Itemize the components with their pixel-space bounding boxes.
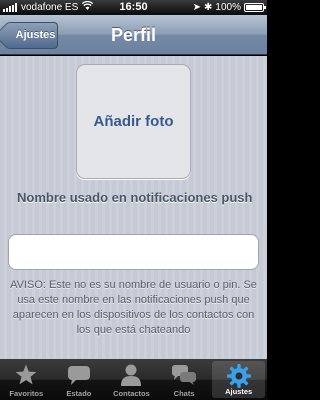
tab-bar: Favoritos Estado Contactos Chats Ajustes <box>0 359 267 400</box>
gear-icon <box>212 363 265 388</box>
tab-chats[interactable]: Chats <box>158 359 211 400</box>
tab-ajustes[interactable]: Ajustes <box>212 361 265 398</box>
tab-label: Estado <box>66 389 92 398</box>
navigation-bar: Ajustes Perfil <box>0 15 267 55</box>
tab-label: Ajustes <box>225 387 253 396</box>
profile-content: Añadir foto Nombre usado en notificacion… <box>0 56 267 359</box>
location-arrow-icon: ➤ <box>192 2 202 13</box>
push-name-notice: AVISO: Este no es su nombre de usuario o… <box>10 279 257 336</box>
page-title: Perfil <box>110 25 157 45</box>
star-icon <box>0 363 53 387</box>
tab-estado[interactable]: Estado <box>53 359 106 400</box>
battery-percentage: 100% <box>215 2 241 13</box>
tab-label: Contactos <box>113 389 150 398</box>
chat-bubbles-icon <box>158 363 211 387</box>
push-name-input[interactable] <box>8 234 259 270</box>
status-bar: vodafone ES 16:50 ➤ ✱ 100% <box>0 0 267 15</box>
tab-contactos[interactable]: Contactos <box>105 359 158 400</box>
add-photo-button[interactable]: Añadir foto <box>76 64 191 179</box>
push-name-label: Nombre usado en notificaciones push <box>17 190 253 205</box>
tab-favoritos[interactable]: Favoritos <box>0 359 53 400</box>
battery-icon <box>244 3 266 12</box>
speech-bubble-icon <box>53 363 106 387</box>
bluetooth-icon: ✱ <box>204 2 213 13</box>
tab-label: Chats <box>173 389 195 398</box>
tab-label: Favoritos <box>9 389 44 398</box>
add-photo-label: Añadir foto <box>93 113 174 130</box>
person-icon <box>105 363 158 387</box>
